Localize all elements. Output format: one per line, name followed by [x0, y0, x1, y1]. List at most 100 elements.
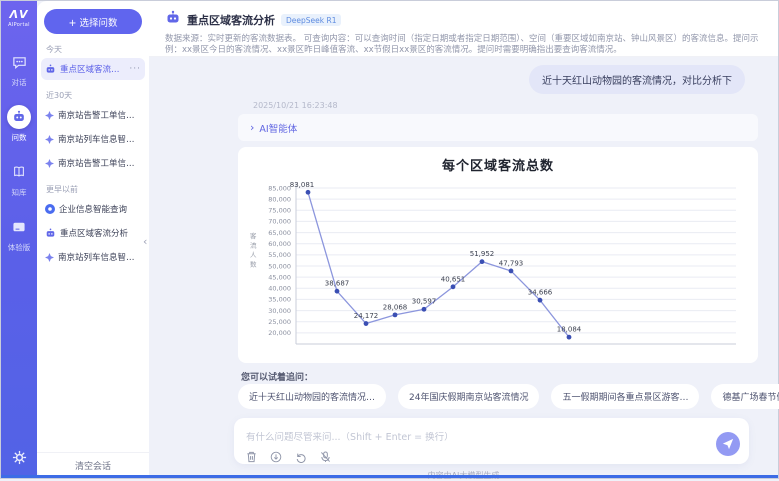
svg-text:34,666: 34,666 [528, 289, 553, 297]
app-logo: ΛV AIPortal [1, 8, 37, 28]
chat-area: 近十天红山动物园的客流情况，对比分析下 2025/10/21 16:23:48 … [149, 57, 778, 478]
mic-off-icon[interactable] [320, 451, 331, 463]
svg-text:60,000: 60,000 [268, 240, 291, 248]
conversation-item[interactable]: 南京站告警工单信息查询 [41, 104, 145, 126]
rail-item-knowledge[interactable]: 知库 [1, 160, 37, 198]
svg-text:83,081: 83,081 [290, 181, 315, 189]
svg-text:75,000: 75,000 [268, 207, 291, 215]
bottom-accent-bar [1, 475, 778, 478]
svg-text:28,068: 28,068 [383, 303, 408, 311]
chart-title: 每个区域客流总数 [238, 155, 758, 174]
rail-item-chat[interactable]: 对话 [1, 50, 37, 88]
conversation-label: 企业信息智能查询 [59, 203, 141, 215]
rail-item-trial[interactable]: 体验版 [1, 215, 37, 253]
conversation-item[interactable]: 南京站列车信息智能查询 [41, 128, 145, 150]
message-timestamp: 2025/10/21 16:23:48 [253, 101, 338, 110]
conversation-label: 重点区域客流分析 [60, 63, 125, 75]
svg-text:65,000: 65,000 [268, 229, 291, 237]
svg-text:45,000: 45,000 [268, 273, 291, 281]
user-message-bubble: 近十天红山动物园的客流情况，对比分析下 [529, 65, 745, 94]
logo-name: AIPortal [1, 22, 37, 28]
section-label-earlier: 更早以前 [46, 184, 140, 195]
suggestion-chip[interactable]: 近十天红山动物园的客流情况… [238, 384, 386, 409]
blue-circle-icon [45, 204, 55, 214]
conversation-item[interactable]: 重点区域客流分析 [41, 222, 145, 244]
card-icon [7, 215, 31, 239]
rail-item-label: 对话 [12, 77, 27, 88]
robot-icon [7, 105, 31, 129]
svg-text:30,597: 30,597 [412, 298, 437, 306]
robot-icon [45, 228, 56, 239]
agent-panel-label: AI智能体 [259, 121, 297, 135]
svg-text:35,000: 35,000 [268, 296, 291, 304]
rail-item-label: 体验版 [8, 242, 31, 253]
rail-item-ask-data[interactable]: 问数 [1, 105, 37, 143]
book-icon [7, 160, 31, 184]
svg-text:18,084: 18,084 [557, 326, 582, 334]
select-dataset-button[interactable]: + 选择问数 [44, 9, 142, 34]
diamond-icon [45, 135, 54, 144]
svg-text:25,000: 25,000 [268, 318, 291, 326]
conversation-item[interactable]: 南京站告警工单信息查询 [41, 152, 145, 174]
rail-item-label: 知库 [12, 187, 27, 198]
app-rail: ΛV AIPortal 对话 问数 知库 体验版 [1, 1, 37, 478]
send-button[interactable] [716, 432, 740, 456]
diamond-icon [45, 253, 54, 262]
conversation-item[interactable]: 重点区域客流分析 ··· [41, 58, 145, 80]
svg-text:50,000: 50,000 [268, 262, 291, 270]
conversation-item[interactable]: 南京站列车信息智能查询 [41, 246, 145, 268]
chat-bubble-icon [7, 50, 31, 74]
svg-text:70,000: 70,000 [268, 218, 291, 226]
svg-text:24,172: 24,172 [354, 312, 379, 320]
agent-header: 重点区域客流分析 DeepSeek R1 数据来源：实时更新的客流数据表。 可查… [149, 1, 778, 57]
svg-text:30,000: 30,000 [268, 307, 291, 315]
svg-text:38,687: 38,687 [325, 280, 350, 288]
undo-icon[interactable] [295, 451, 307, 463]
conversation-label: 南京站告警工单信息查询 [58, 109, 141, 121]
trash-icon[interactable] [246, 451, 257, 463]
conversation-label: 南京站列车信息智能查询 [58, 251, 141, 263]
logo-mark: ΛV [1, 8, 37, 21]
svg-text:51,952: 51,952 [470, 250, 495, 258]
suggestion-chip[interactable]: 五一假期期间各重点景区游客… [551, 384, 699, 409]
download-circle-icon[interactable] [270, 451, 282, 463]
robot-icon [45, 64, 56, 75]
svg-text:55,000: 55,000 [268, 251, 291, 259]
message-input[interactable] [246, 432, 666, 443]
suggestion-chip[interactable]: 德基广场春节假期期间的客流… [711, 384, 779, 409]
svg-text:客: 客 [250, 231, 257, 240]
svg-text:20,000: 20,000 [268, 329, 291, 337]
svg-text:80,000: 80,000 [268, 195, 291, 203]
svg-text:流: 流 [250, 241, 257, 250]
conversation-item[interactable]: 企业信息智能查询 [41, 198, 145, 220]
chevron-right-icon: › [250, 122, 254, 133]
gear-icon [12, 450, 27, 469]
conversation-label: 南京站告警工单信息查询 [58, 157, 141, 169]
rail-item-label: 问数 [12, 132, 27, 143]
page-title: 重点区域客流分析 [187, 12, 275, 28]
svg-text:85,000: 85,000 [268, 184, 291, 192]
agent-panel-toggle[interactable]: › AI智能体 [238, 114, 758, 141]
agent-description: 数据来源：实时更新的客流数据表。 可查询内容：可以查询时间（指定日期或者指定日期… [165, 34, 766, 56]
composer [234, 418, 749, 464]
main-area: 重点区域客流分析 DeepSeek R1 数据来源：实时更新的客流数据表。 可查… [149, 1, 778, 478]
conversation-label: 重点区域客流分析 [60, 227, 141, 239]
section-label-today: 今天 [46, 44, 140, 55]
section-label-30days: 近30天 [46, 90, 140, 101]
settings-button[interactable] [1, 450, 37, 469]
rail-nav: 对话 问数 知库 体验版 [1, 50, 37, 270]
sidebar-collapse-icon[interactable]: ‹ [143, 235, 147, 248]
conversation-sidebar: + 选择问数 今天 重点区域客流分析 ··· 近30天 南京站告警工单信息查询 … [37, 1, 149, 478]
svg-text:数: 数 [250, 260, 257, 269]
model-badge: DeepSeek R1 [281, 14, 341, 26]
paper-plane-icon [722, 435, 734, 454]
suggestion-chip[interactable]: 24年国庆假期南京站客流情况 [398, 384, 539, 409]
diamond-icon [45, 159, 54, 168]
svg-text:40,651: 40,651 [441, 275, 466, 283]
svg-text:40,000: 40,000 [268, 285, 291, 293]
flow-chart-svg: 20,000 25,000 30,000 35,000 40,000 45,000 50,0… [238, 176, 753, 358]
conversation-label: 南京站列车信息智能查询 [58, 133, 141, 145]
item-menu-icon[interactable]: ··· [129, 64, 141, 74]
followup-prompt: 您可以试着追问： [241, 370, 313, 383]
svg-text:人: 人 [250, 251, 257, 259]
